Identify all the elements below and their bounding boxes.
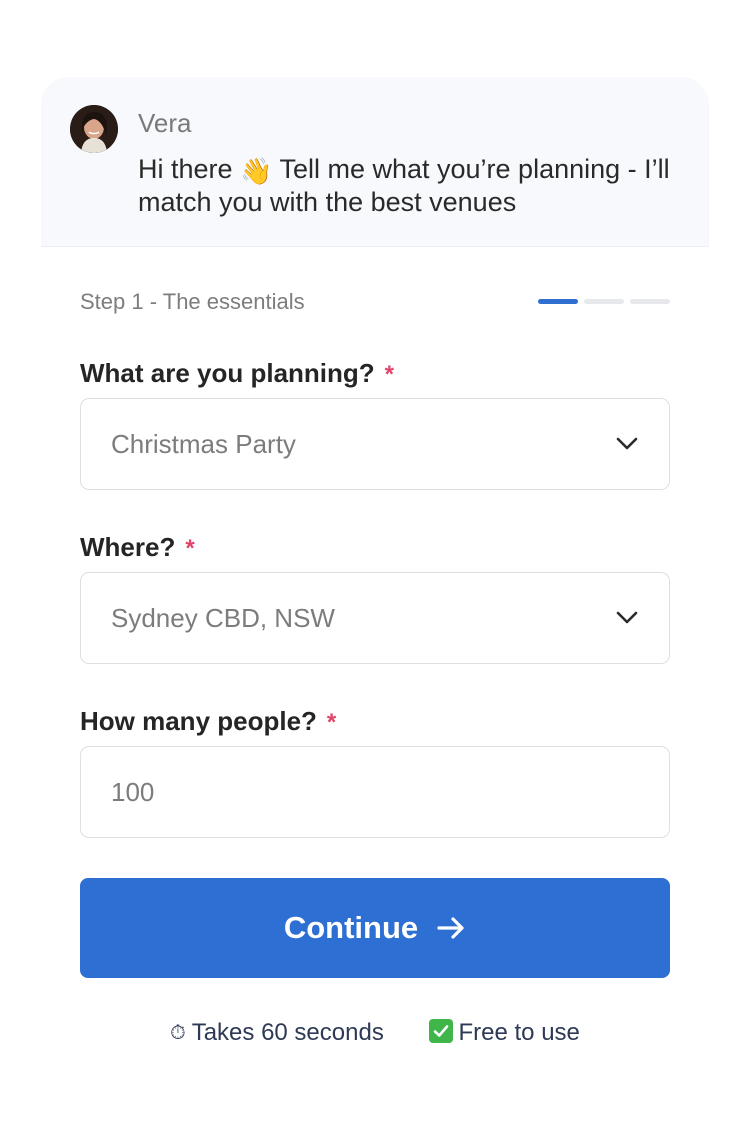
step-progress [538,299,670,304]
continue-button[interactable]: Continue [80,878,670,978]
people-input[interactable]: 100 [80,746,670,838]
people-label-text: How many people? [80,706,317,736]
progress-segment-3 [630,299,670,304]
arrow-right-icon [437,917,464,939]
free-note: Free to use [428,1017,580,1049]
required-mark: * [185,535,195,562]
event-type-label: What are you planning? * [80,357,394,391]
chat-header: Vera Hi there 👋 Tell me what you’re plan… [41,77,709,247]
agent-name: Vera [138,108,192,138]
duration-text: Takes 60 seconds [191,1019,384,1046]
location-label: Where? * [80,531,195,565]
duration-note: ⏱ Takes 60 seconds [170,1017,384,1049]
greeting-text-start: Hi there [138,154,233,184]
required-mark: * [326,709,337,736]
greeting-message: Hi there 👋 Tell me what you’re planning … [138,153,678,219]
waving-hand-icon: 👋 [240,156,273,186]
step-label: Step 1 - The essentials [80,289,305,314]
stopwatch-icon: ⏱ [170,1022,186,1044]
event-type-value: Christmas Party [111,429,296,459]
footer-note: ⏱ Takes 60 seconds Free to use [41,1017,709,1049]
event-type-label-text: What are you planning? [80,358,375,388]
free-text: Free to use [458,1019,580,1046]
check-mark-icon [428,1019,453,1043]
people-placeholder: 100 [111,777,155,807]
step-indicator: Step 1 - The essentials [80,287,670,317]
event-type-select[interactable]: Christmas Party [80,398,670,490]
chevron-down-icon [616,437,638,450]
required-mark: * [384,361,395,388]
location-label-text: Where? [80,532,176,562]
chevron-down-icon [616,611,638,624]
avatar [70,105,118,153]
continue-label: Continue [283,910,419,945]
progress-segment-2 [584,299,624,304]
location-value: Sydney CBD, NSW [111,603,335,633]
progress-segment-1 [538,299,578,304]
people-label: How many people? * [80,705,336,739]
venue-finder-card: Vera Hi there 👋 Tell me what you’re plan… [41,77,709,1087]
location-select[interactable]: Sydney CBD, NSW [80,572,670,664]
